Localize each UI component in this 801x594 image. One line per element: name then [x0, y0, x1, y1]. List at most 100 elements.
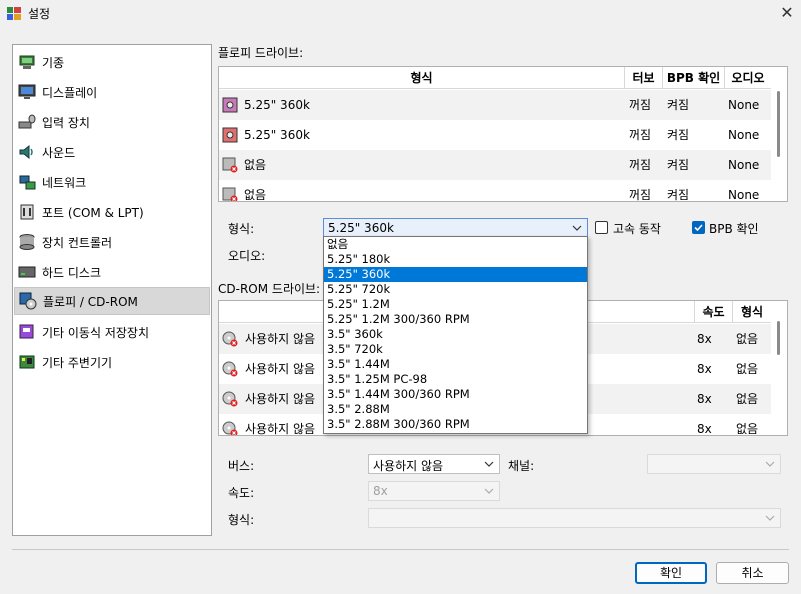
scrollbar-thumb[interactable] [777, 91, 780, 157]
nav-item-label: 하드 디스크 [42, 265, 102, 280]
floppy-drive-table[interactable]: 형식 터보 BPB 확인 오디오 5.25" 360k 꺼짐 켜짐 None 5… [218, 66, 788, 202]
cdrom-icon [222, 391, 238, 407]
floppy-525-icon [222, 97, 238, 113]
dropdown-option[interactable]: 5.25" 720k [324, 282, 587, 297]
cdrom-speed-value: 8x [373, 484, 388, 498]
cdrom-icon [222, 361, 238, 377]
nav-item-label: 기종 [42, 55, 65, 70]
floppy-section-label: 플로피 드라이브: [218, 46, 304, 60]
floppy-table-scrollbar[interactable] [771, 67, 787, 201]
other-peripherals-icon [19, 355, 35, 369]
cdrom-speed-label: 속도: [228, 486, 255, 500]
nav-item-label: 사운드 [42, 145, 76, 160]
nav-item-input-devices[interactable]: 입력 장치 [14, 108, 210, 136]
nav-item-network[interactable]: 네트워크 [14, 168, 210, 196]
cdrom-bus-value: 사용하지 않음 [373, 459, 444, 473]
dropdown-option[interactable]: 5.25" 180k [324, 252, 587, 267]
nav-item-hard-disk[interactable]: 하드 디스크 [14, 258, 210, 286]
close-icon[interactable]: ✕ [776, 2, 798, 24]
dropdown-option[interactable]: 3.5" 1.44M [324, 357, 587, 372]
turbo-checkbox[interactable] [595, 221, 608, 234]
nav-item-floppy-cdrom[interactable]: 플로피 / CD-ROM [14, 287, 210, 315]
cdrom-type-cell: 없음 [736, 362, 759, 376]
cdrom-speed-cell: 8x [697, 362, 712, 376]
floppy-bpb-cell: 켜짐 [667, 188, 690, 202]
table-row[interactable]: 5.25" 360k 꺼짐 켜짐 None [219, 120, 772, 150]
window-title: 설정 [28, 7, 51, 21]
dropdown-option[interactable]: 없음 [324, 237, 587, 252]
dropdown-option[interactable]: 3.5" 1.25M PC-98 [324, 372, 587, 387]
cdrom-bus-select[interactable]: 사용하지 않음 [368, 454, 500, 474]
input-devices-icon [18, 114, 36, 129]
checkmark-icon [694, 224, 703, 232]
cdrom-speed-cell: 8x [697, 422, 712, 436]
table-row[interactable]: 없음 꺼짐 켜짐 None [219, 180, 772, 202]
floppy-audio-cell: None [728, 188, 760, 202]
ok-button[interactable]: 확인 [635, 562, 707, 584]
nav-item-storage-controllers[interactable]: 장치 컨트롤러 [14, 228, 210, 256]
floppy-type-select[interactable]: 5.25" 360k [323, 218, 588, 238]
dropdown-option[interactable]: 3.5" 360k [324, 327, 587, 342]
nav-item-sound[interactable]: 사운드 [14, 138, 210, 166]
column-header-speed[interactable]: 속도 [695, 301, 733, 323]
floppy-empty-icon [222, 187, 238, 201]
removable-storage-icon [19, 324, 34, 339]
dropdown-option[interactable]: 3.5" 1.44M 300/360 RPM [324, 387, 587, 402]
turbo-label[interactable]: 고속 동작 [613, 220, 661, 237]
column-header-type[interactable]: 형식 [219, 67, 625, 89]
storage-controllers-icon [19, 234, 35, 250]
dropdown-option-highlighted[interactable]: 5.25" 360k [324, 267, 587, 282]
cdrom-type-cell: 없음 [736, 392, 759, 406]
nav-item-display[interactable]: 디스플레이 [14, 78, 210, 106]
column-header-bpb[interactable]: BPB 확인 [663, 67, 725, 89]
floppy-type-cell: 없음 [244, 158, 267, 172]
bpb-label[interactable]: BPB 확인 [709, 220, 759, 237]
dropdown-option[interactable]: 5.25" 1.2M [324, 297, 587, 312]
nav-item-label: 디스플레이 [42, 85, 98, 100]
nav-item-label: 플로피 / CD-ROM [43, 294, 138, 309]
machine-icon [19, 55, 35, 69]
nav-item-label: 장치 컨트롤러 [42, 235, 113, 250]
dropdown-option[interactable]: 3.5" 2.88M 300/360 RPM [324, 417, 587, 432]
floppy-type-cell: 5.25" 360k [244, 128, 310, 142]
cdrom-bus-cell: 사용하지 않음 [245, 392, 316, 406]
app-icon [7, 7, 21, 20]
cdrom-bus-cell: 사용하지 않음 [245, 362, 316, 376]
nav-item-removable-storage[interactable]: 기타 이동식 저장장치 [14, 318, 210, 346]
chevron-down-icon [484, 461, 494, 467]
cdrom-table-scrollbar[interactable] [771, 301, 787, 435]
floppy-type-value: 5.25" 360k [328, 221, 394, 235]
cdrom-type-select[interactable] [368, 508, 781, 528]
column-header-audio[interactable]: 오디오 [725, 67, 772, 89]
cdrom-channel-select[interactable] [647, 454, 781, 474]
column-header-turbo[interactable]: 터보 [625, 67, 663, 89]
nav-item-ports[interactable]: 포트 (COM & LPT) [14, 198, 210, 226]
nav-item-label: 포트 (COM & LPT) [42, 205, 144, 220]
dropdown-option[interactable]: 5.25" 1.2M 300/360 RPM [324, 312, 587, 327]
dropdown-option[interactable]: 3.5" 720k [324, 342, 587, 357]
floppy-turbo-cell: 꺼짐 [629, 188, 652, 202]
floppy-turbo-cell: 꺼짐 [629, 98, 652, 112]
column-header-type[interactable]: 형식 [733, 301, 772, 323]
bpb-checkbox[interactable] [692, 221, 705, 234]
nav-item-other-peripherals[interactable]: 기타 주변기기 [14, 348, 210, 376]
nav-item-label: 기타 이동식 저장장치 [42, 325, 149, 340]
floppy-bpb-cell: 켜짐 [667, 128, 690, 142]
chevron-down-icon [765, 461, 775, 467]
footer-divider [12, 549, 789, 550]
cancel-button[interactable]: 취소 [716, 562, 789, 584]
nav-item-label: 기타 주변기기 [42, 355, 113, 370]
nav-item-machine[interactable]: 기종 [14, 48, 210, 76]
floppy-type-label: 형식: [228, 222, 255, 236]
scrollbar-thumb[interactable] [777, 321, 780, 355]
sound-icon [19, 144, 33, 160]
cdrom-type-label: 형식: [228, 513, 255, 527]
cdrom-section-label: CD-ROM 드라이브: [218, 282, 321, 296]
table-row[interactable]: 없음 꺼짐 켜짐 None [219, 150, 772, 180]
floppy-type-dropdown-list[interactable]: 없음 5.25" 180k 5.25" 360k 5.25" 720k 5.25… [323, 236, 588, 434]
dropdown-option[interactable]: 3.5" 2.88M [324, 402, 587, 417]
table-row[interactable]: 5.25" 360k 꺼짐 켜짐 None [219, 90, 772, 120]
cdrom-icon [222, 421, 238, 435]
network-icon [19, 175, 36, 190]
cdrom-speed-select[interactable]: 8x [368, 481, 500, 501]
